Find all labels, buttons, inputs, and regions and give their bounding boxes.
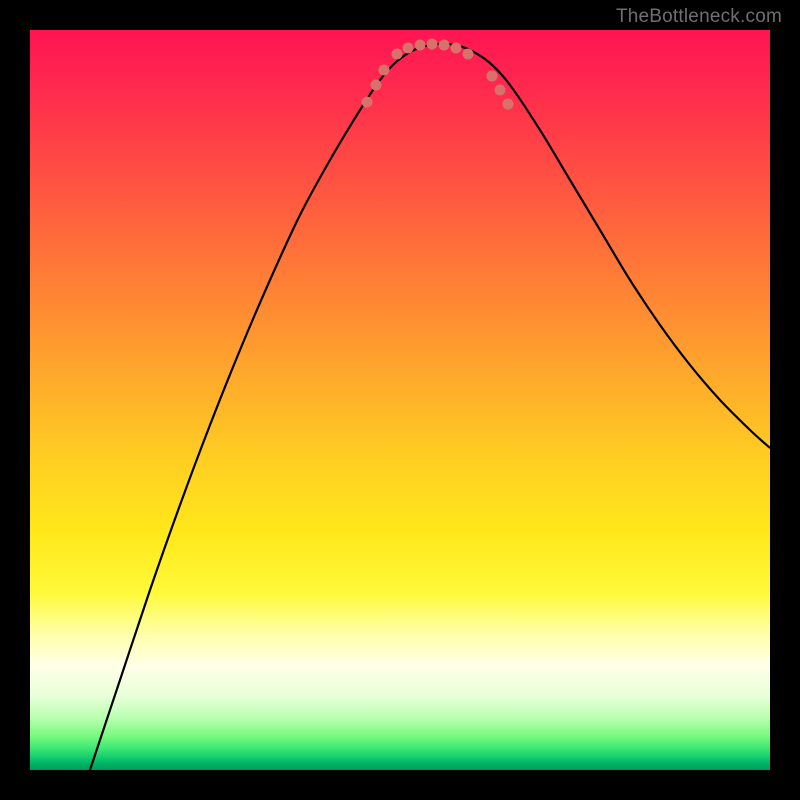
marker-dot <box>503 99 514 110</box>
marker-dot <box>379 65 390 76</box>
marker-dot <box>463 49 474 60</box>
marker-dot <box>439 40 450 51</box>
curve-layer <box>30 30 770 770</box>
curve-path <box>90 44 770 770</box>
marker-dot <box>371 80 382 91</box>
chart-frame: TheBottleneck.com <box>0 0 800 800</box>
marker-dot <box>392 49 403 60</box>
marker-dot <box>415 40 426 51</box>
marker-dot <box>451 43 462 54</box>
marker-dot <box>403 43 414 54</box>
marker-dot <box>495 85 506 96</box>
curve-markers <box>362 39 514 110</box>
marker-dot <box>427 39 438 50</box>
watermark-text: TheBottleneck.com <box>616 6 782 28</box>
marker-dot <box>362 97 373 108</box>
marker-dot <box>487 71 498 82</box>
